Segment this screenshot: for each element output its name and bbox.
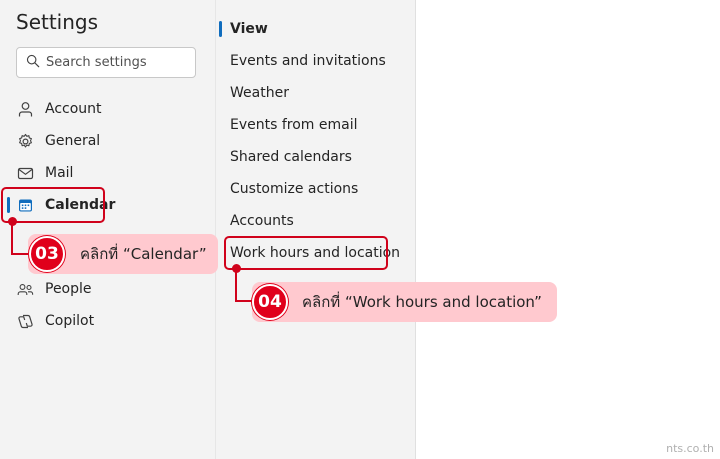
- nav-item-label: Account: [45, 101, 102, 117]
- subnav-item-view[interactable]: View: [216, 14, 416, 44]
- search-icon: [26, 53, 40, 72]
- settings-nav-pane: Settings Account General Mail Calendar: [0, 0, 215, 459]
- step-instruction: คลิกที่ “Work hours and location”: [302, 293, 542, 311]
- subnav-item-accounts[interactable]: Accounts: [216, 206, 416, 236]
- copilot-icon: [17, 313, 34, 330]
- watermark: nts.co.th: [666, 442, 714, 455]
- subnav-item-label: Weather: [230, 85, 289, 101]
- annotation-connector: [235, 268, 237, 302]
- nav-item-label: Copilot: [45, 313, 95, 329]
- subnav-item-label: Customize actions: [230, 181, 359, 197]
- step-number-badge: 04: [252, 284, 288, 320]
- step-number-badge: 03: [29, 236, 65, 272]
- people-icon: [17, 281, 34, 298]
- nav-item-account[interactable]: Account: [0, 94, 215, 124]
- search-input[interactable]: [46, 55, 196, 70]
- person-icon: [17, 101, 34, 118]
- subnav-item-events-and-invitations[interactable]: Events and invitations: [216, 46, 416, 76]
- calendar-highlight-box: [1, 187, 105, 223]
- subnav-item-label: View: [230, 21, 268, 37]
- subnav-item-events-from-email[interactable]: Events from email: [216, 110, 416, 140]
- subnav-item-label: Events and invitations: [230, 53, 386, 69]
- subnav-item-label: Events from email: [230, 117, 358, 133]
- step-04-callout: 04 คลิกที่ “Work hours and location”: [252, 282, 557, 322]
- subnav-item-label: Shared calendars: [230, 149, 352, 165]
- nav-item-label: General: [45, 133, 101, 149]
- nav-item-label: Mail: [45, 165, 74, 181]
- nav-item-people[interactable]: People: [0, 274, 215, 304]
- step-03-callout: 03 คลิกที่ “Calendar”: [28, 234, 218, 274]
- nav-item-label: People: [45, 281, 92, 297]
- calendar-subnav-pane: View Events and invitations Weather Even…: [215, 0, 416, 459]
- mail-icon: [17, 165, 34, 182]
- subnav-item-label: Accounts: [230, 213, 294, 229]
- nav-item-mail[interactable]: Mail: [0, 158, 215, 188]
- settings-title: Settings: [16, 10, 99, 34]
- annotation-connector: [11, 222, 13, 255]
- gear-icon: [17, 133, 34, 150]
- active-indicator: [219, 21, 222, 37]
- subnav-item-weather[interactable]: Weather: [216, 78, 416, 108]
- work-hours-highlight-box: [224, 236, 388, 270]
- nav-item-general[interactable]: General: [0, 126, 215, 156]
- search-settings-box[interactable]: [16, 47, 196, 78]
- step-instruction: คลิกที่ “Calendar”: [80, 245, 207, 263]
- subnav-item-customize-actions[interactable]: Customize actions: [216, 174, 416, 204]
- subnav-item-shared-calendars[interactable]: Shared calendars: [216, 142, 416, 172]
- nav-item-copilot[interactable]: Copilot: [0, 306, 215, 336]
- settings-content-pane: [416, 0, 720, 459]
